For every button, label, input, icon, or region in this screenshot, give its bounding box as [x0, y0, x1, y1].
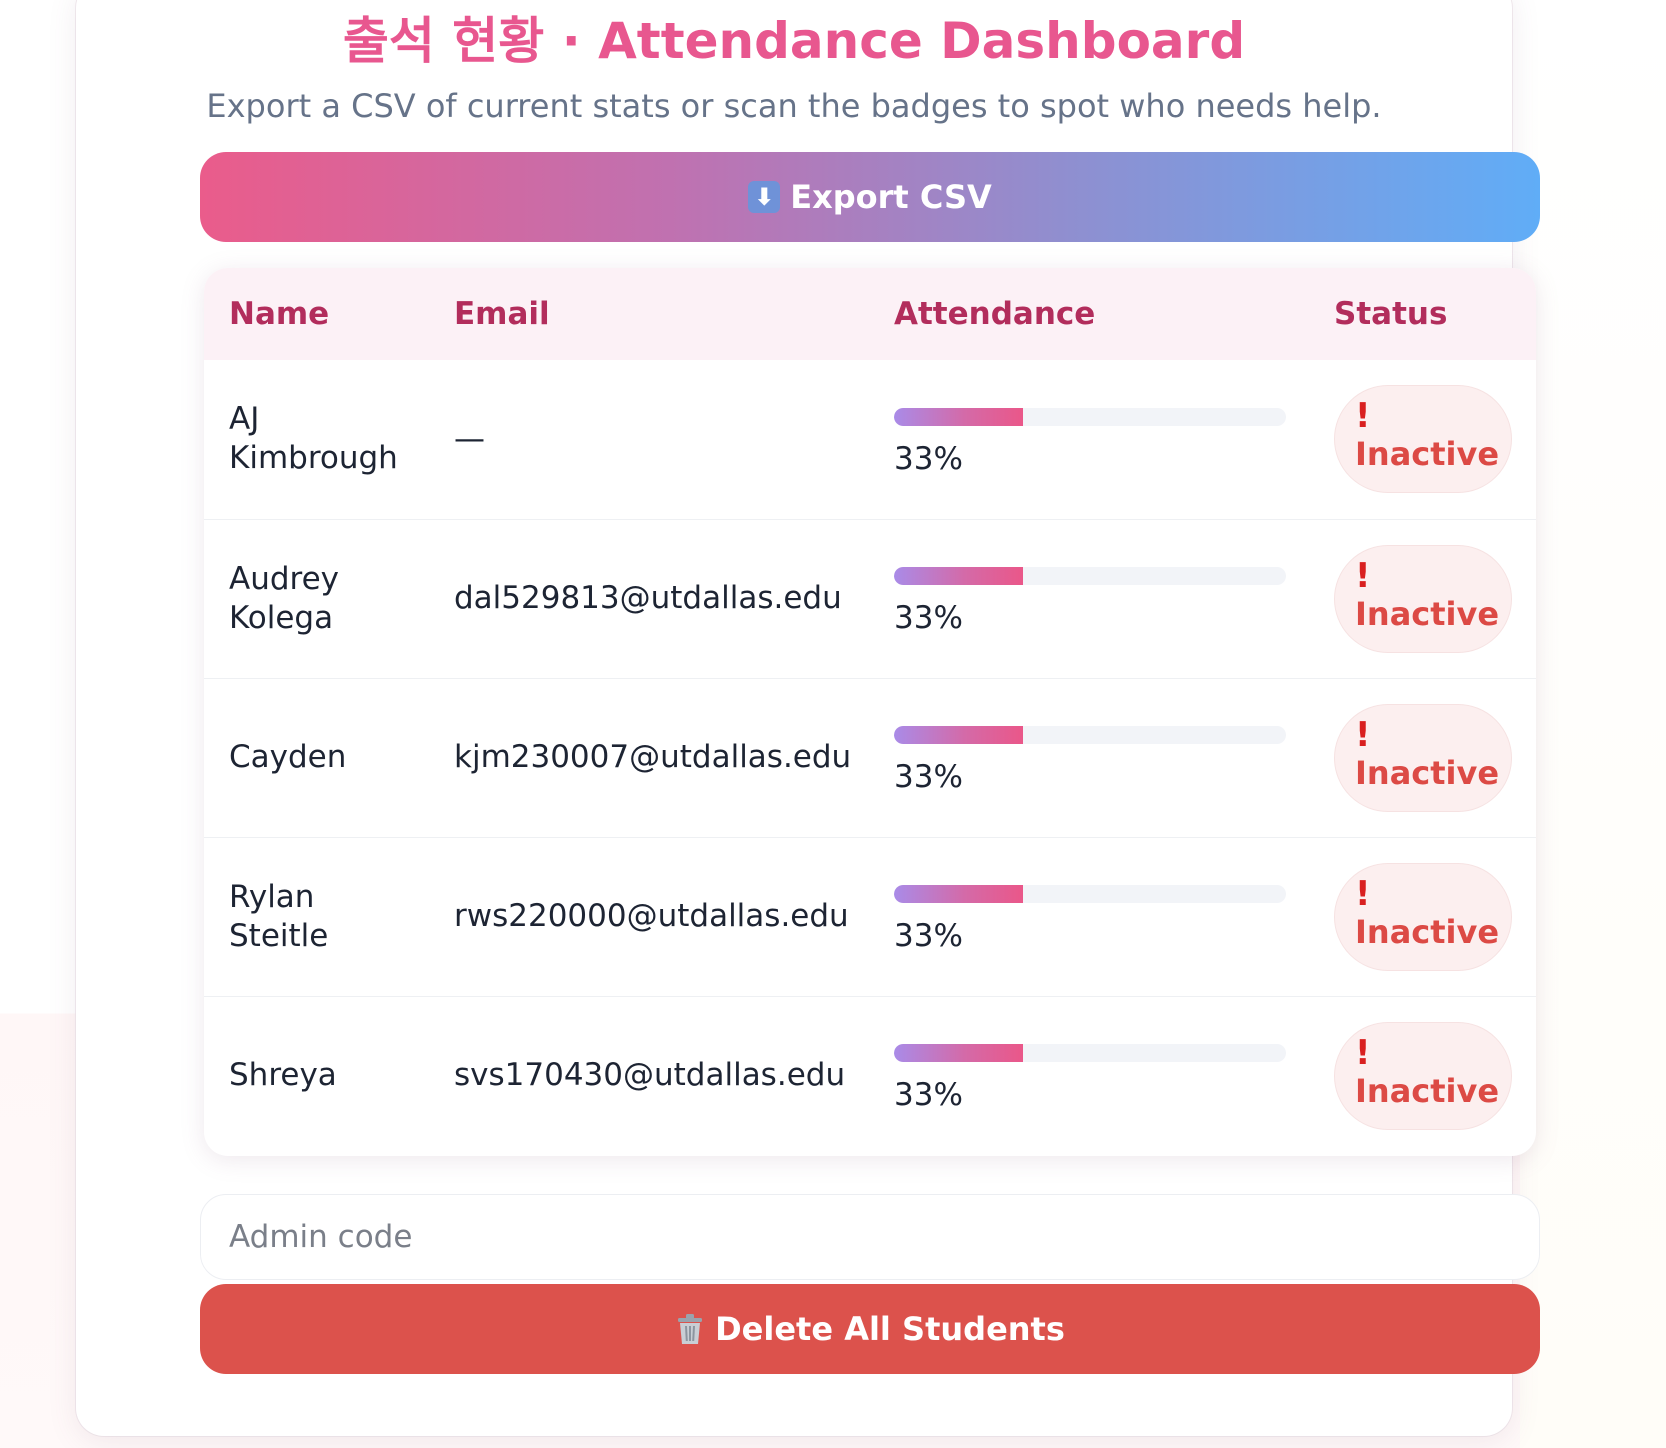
admin-code-input[interactable]	[200, 1194, 1540, 1280]
status-label: Inactive	[1355, 1071, 1500, 1110]
student-email: kjm230007@utdallas.edu	[454, 739, 852, 775]
table-header-row: Name Email Attendance Status	[204, 268, 1536, 360]
trash-icon	[678, 1314, 703, 1344]
student-email: —	[454, 420, 485, 457]
exclamation-icon: !	[1355, 1032, 1371, 1073]
student-email: rws220000@utdallas.edu	[454, 898, 849, 934]
status-cell: ! Inactive	[1309, 519, 1536, 678]
down-arrow-icon: ⬇	[748, 181, 781, 213]
page-background	[1520, 0, 1666, 1448]
attendance-progress-bar	[894, 885, 1286, 903]
attendance-progress-bar	[894, 567, 1286, 585]
attendance-table: Name Email Attendance Status AJ Kimbroug…	[204, 268, 1536, 1155]
delete-all-students-label: Delete All Students	[715, 1310, 1065, 1348]
student-name: Shreya	[229, 1057, 337, 1094]
attendance-percent: 33%	[894, 759, 963, 795]
student-name: AJ Kimbrough	[229, 401, 398, 477]
student-email: svs170430@utdallas.edu	[454, 1057, 846, 1094]
attendance-progress-fill	[894, 1044, 1024, 1063]
attendance-cell: 33%	[869, 996, 1309, 1155]
status-cell: ! Inactive	[1309, 837, 1536, 996]
table-row[interactable]: Audrey Kolega dal529813@utdallas.edu 33%…	[204, 519, 1536, 678]
attendance-cell: 33%	[869, 519, 1309, 678]
attendance-progress-fill	[894, 726, 1024, 744]
page-subtitle: Export a CSV of current stats or scan th…	[206, 87, 1382, 125]
status-badge: ! Inactive	[1334, 385, 1512, 494]
attendance-progress-fill	[894, 567, 1024, 585]
export-csv-label: Export CSV	[790, 178, 992, 216]
page-title: 출석 현황 · Attendance Dashboard	[342, 12, 1246, 70]
attendance-cell: 33%	[869, 360, 1309, 519]
column-header-status[interactable]: Status	[1309, 268, 1536, 360]
attendance-progress-fill	[894, 407, 1024, 426]
student-name: Audrey Kolega	[229, 560, 340, 636]
attendance-progress-fill	[894, 885, 1024, 903]
attendance-cell: 33%	[869, 678, 1309, 837]
student-name: Rylan Steitle	[229, 878, 329, 954]
delete-all-students-button[interactable]: Delete All Students	[200, 1284, 1540, 1374]
table-row[interactable]: Cayden kjm230007@utdallas.edu 33% ! Inac…	[204, 678, 1536, 837]
status-badge: ! Inactive	[1334, 703, 1512, 812]
student-email: dal529813@utdallas.edu	[454, 580, 842, 616]
attendance-cell: 33%	[869, 837, 1309, 996]
status-badge: ! Inactive	[1334, 1021, 1512, 1130]
status-badge: ! Inactive	[1334, 862, 1512, 971]
attendance-percent: 33%	[894, 1077, 963, 1114]
attendance-percent: 33%	[894, 918, 963, 954]
exclamation-icon: !	[1355, 873, 1371, 914]
exclamation-icon: !	[1355, 396, 1371, 437]
exclamation-icon: !	[1355, 714, 1371, 755]
column-header-attendance[interactable]: Attendance	[869, 268, 1309, 360]
attendance-progress-bar	[894, 1044, 1286, 1063]
export-csv-button[interactable]: ⬇ Export CSV	[200, 152, 1540, 242]
status-label: Inactive	[1355, 435, 1500, 474]
attendance-progress-bar	[894, 726, 1286, 744]
table-row[interactable]: Rylan Steitle rws220000@utdallas.edu 33%…	[204, 837, 1536, 996]
attendance-percent: 33%	[894, 440, 963, 477]
attendance-percent: 33%	[894, 600, 963, 636]
status-label: Inactive	[1355, 753, 1500, 792]
attendance-table-container: Name Email Attendance Status AJ Kimbroug…	[204, 268, 1536, 1156]
table-row[interactable]: Shreya svs170430@utdallas.edu 33% ! Inac…	[204, 996, 1536, 1155]
status-label: Inactive	[1355, 912, 1500, 951]
status-label: Inactive	[1355, 594, 1500, 633]
status-cell: ! Inactive	[1309, 678, 1536, 837]
student-name: Cayden	[229, 739, 347, 775]
status-badge: ! Inactive	[1334, 544, 1512, 653]
column-header-name[interactable]: Name	[204, 268, 429, 360]
table-row[interactable]: AJ Kimbrough — 33% ! Inactive	[204, 360, 1536, 519]
dashboard-card: 출석 현황 · Attendance Dashboard Export a CS…	[76, 0, 1540, 1436]
attendance-progress-bar	[894, 407, 1286, 426]
column-header-email[interactable]: Email	[429, 268, 869, 360]
status-cell: ! Inactive	[1309, 360, 1536, 519]
status-cell: ! Inactive	[1309, 996, 1536, 1155]
exclamation-icon: !	[1355, 555, 1371, 596]
